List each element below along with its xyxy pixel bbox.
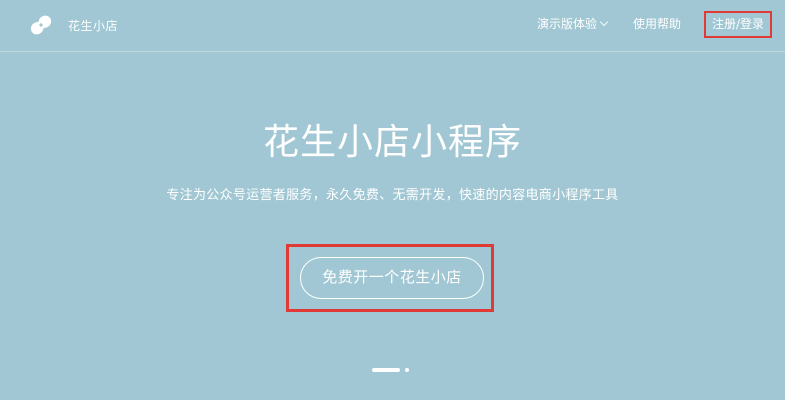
open-free-store-button[interactable]: 免费开一个花生小店 [300,257,484,299]
carousel-dot[interactable] [405,368,409,372]
carousel-dot-active[interactable] [372,368,400,372]
top-navigation-bar: 花生小店 演示版体验 使用帮助 注册/登录 [0,0,785,52]
hero-subtitle: 专注为公众号运营者服务，永久免费、无需开发，快速的内容电商小程序工具 [166,188,619,203]
nav-demo-label: 演示版体验 [537,17,598,31]
nav-help-link[interactable]: 使用帮助 [633,16,681,32]
hero-title: 花生小店小程序 [262,122,522,163]
peanut-logo-icon[interactable] [28,14,54,36]
chevron-down-icon [599,17,609,27]
nav-demo-dropdown[interactable]: 演示版体验 [537,16,609,32]
login-register-link[interactable]: 注册/登录 [704,11,772,38]
brand-name[interactable]: 花生小店 [68,18,118,34]
